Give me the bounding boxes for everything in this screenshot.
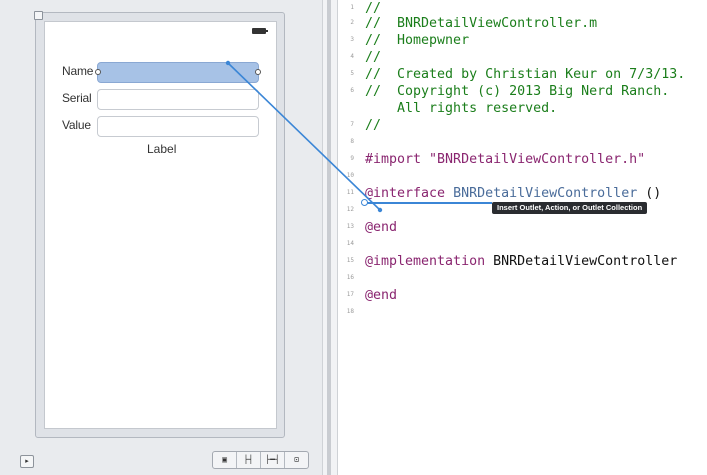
battery-icon: [252, 28, 268, 34]
code-line: 8: [338, 134, 707, 151]
code-line: 13 @end: [338, 219, 707, 236]
line-number: 15: [346, 257, 354, 264]
comment: All rights reserved.: [365, 101, 558, 116]
line-number: 14: [346, 240, 354, 247]
view-controller-scene[interactable]: Name Serial Value Label: [34, 11, 285, 438]
end-keyword: @end: [365, 288, 398, 303]
code-line: 5 // Created by Christian Keur on 7/3/13…: [338, 66, 707, 83]
name-text-field[interactable]: [95, 62, 261, 83]
implementation-keyword: @implementation: [365, 254, 486, 269]
comment: // Homepwner: [365, 33, 470, 48]
end-keyword: @end: [365, 220, 398, 235]
implementation-declaration: @implementation BNRDetailViewController: [365, 253, 677, 270]
line-number: 4: [350, 53, 354, 60]
resizing-behavior-button[interactable]: ⊡: [284, 452, 308, 468]
serial-label: Serial: [62, 91, 92, 105]
code-line: 15 @implementation BNRDetailViewControll…: [338, 253, 707, 270]
insert-outlet-tooltip: Insert Outlet, Action, or Outlet Collect…: [492, 202, 648, 214]
code-line: 10: [338, 168, 707, 185]
iphone-screen: Name Serial Value Label: [44, 21, 277, 429]
date-label[interactable]: Label: [147, 142, 176, 156]
align-button[interactable]: ▣: [213, 452, 236, 468]
code-line: 9 #import "BNRDetailViewController.h": [338, 151, 707, 168]
code-line: 3 // Homepwner: [338, 32, 707, 49]
serial-text-field[interactable]: [97, 89, 259, 110]
left-resize-handle[interactable]: [95, 69, 101, 75]
code-line: 6 // Copyright (c) 2013 Big Nerd Ranch.: [338, 83, 707, 100]
comment: // Copyright (c) 2013 Big Nerd Ranch.: [365, 84, 670, 99]
line-number: 2: [350, 19, 354, 26]
right-resize-handle[interactable]: [255, 69, 261, 75]
code-line: 4 //: [338, 49, 707, 66]
insertion-point-dot: [361, 199, 368, 206]
code-line: 18: [338, 304, 707, 321]
value-label: Value: [62, 118, 91, 132]
class-extension-parens: (): [637, 186, 662, 201]
outlet-insertion-indicator: [364, 202, 492, 204]
line-number: 17: [346, 291, 354, 298]
scene-resize-handle[interactable]: [34, 11, 43, 20]
interface-builder-canvas: Name Serial Value Label ▸ ▣ ├┤ ├━┤ ⊡: [0, 0, 322, 475]
code-line: 11 @interface BNRDetailViewController (): [338, 185, 707, 202]
line-number: 13: [346, 223, 354, 230]
line-number: 6: [350, 87, 354, 94]
comment: // Created by Christian Keur on 7/3/13.: [365, 67, 686, 82]
splitter-bar[interactable]: [327, 0, 331, 475]
code-line: All rights reserved.: [338, 100, 707, 117]
interface-keyword: @interface: [365, 186, 446, 201]
resolve-constraints-button[interactable]: ├━┤: [260, 452, 284, 468]
document-outline-toggle-button[interactable]: ▸: [20, 455, 34, 468]
line-number: 16: [346, 274, 354, 281]
code-line: 2 // BNRDetailViewController.m: [338, 15, 707, 32]
comment: //: [365, 50, 382, 65]
line-number: 5: [350, 70, 354, 77]
line-number: 10: [346, 172, 354, 179]
code-line: 17 @end: [338, 287, 707, 304]
editor-splitter[interactable]: [322, 0, 338, 475]
line-number: 9: [350, 155, 354, 162]
class-name: BNRDetailViewController: [453, 186, 638, 201]
line-number: 7: [350, 121, 354, 128]
comment: //: [365, 118, 382, 133]
code-line: 7 //: [338, 117, 707, 134]
code-line: 16: [338, 270, 707, 287]
line-number: 12: [346, 206, 354, 213]
line-number: 11: [346, 189, 354, 196]
code-line: 14: [338, 236, 707, 253]
interface-declaration: @interface BNRDetailViewController (): [365, 185, 661, 202]
implementation-class-name: BNRDetailViewController: [485, 254, 678, 269]
layout-toolbar: ▣ ├┤ ├━┤ ⊡: [212, 451, 309, 469]
name-label: Name: [62, 64, 94, 78]
pin-button[interactable]: ├┤: [236, 452, 260, 468]
comment: // BNRDetailViewController.m: [365, 16, 598, 31]
line-number: 18: [346, 308, 354, 315]
assistant-code-editor[interactable]: 1 // 2 // BNRDetailViewController.m 3 //…: [338, 0, 707, 475]
line-number: 8: [350, 138, 354, 145]
import-directive: #import "BNRDetailViewController.h": [365, 152, 646, 167]
value-text-field[interactable]: [97, 116, 259, 137]
line-number: 3: [350, 36, 354, 43]
line-number: 1: [350, 4, 354, 11]
